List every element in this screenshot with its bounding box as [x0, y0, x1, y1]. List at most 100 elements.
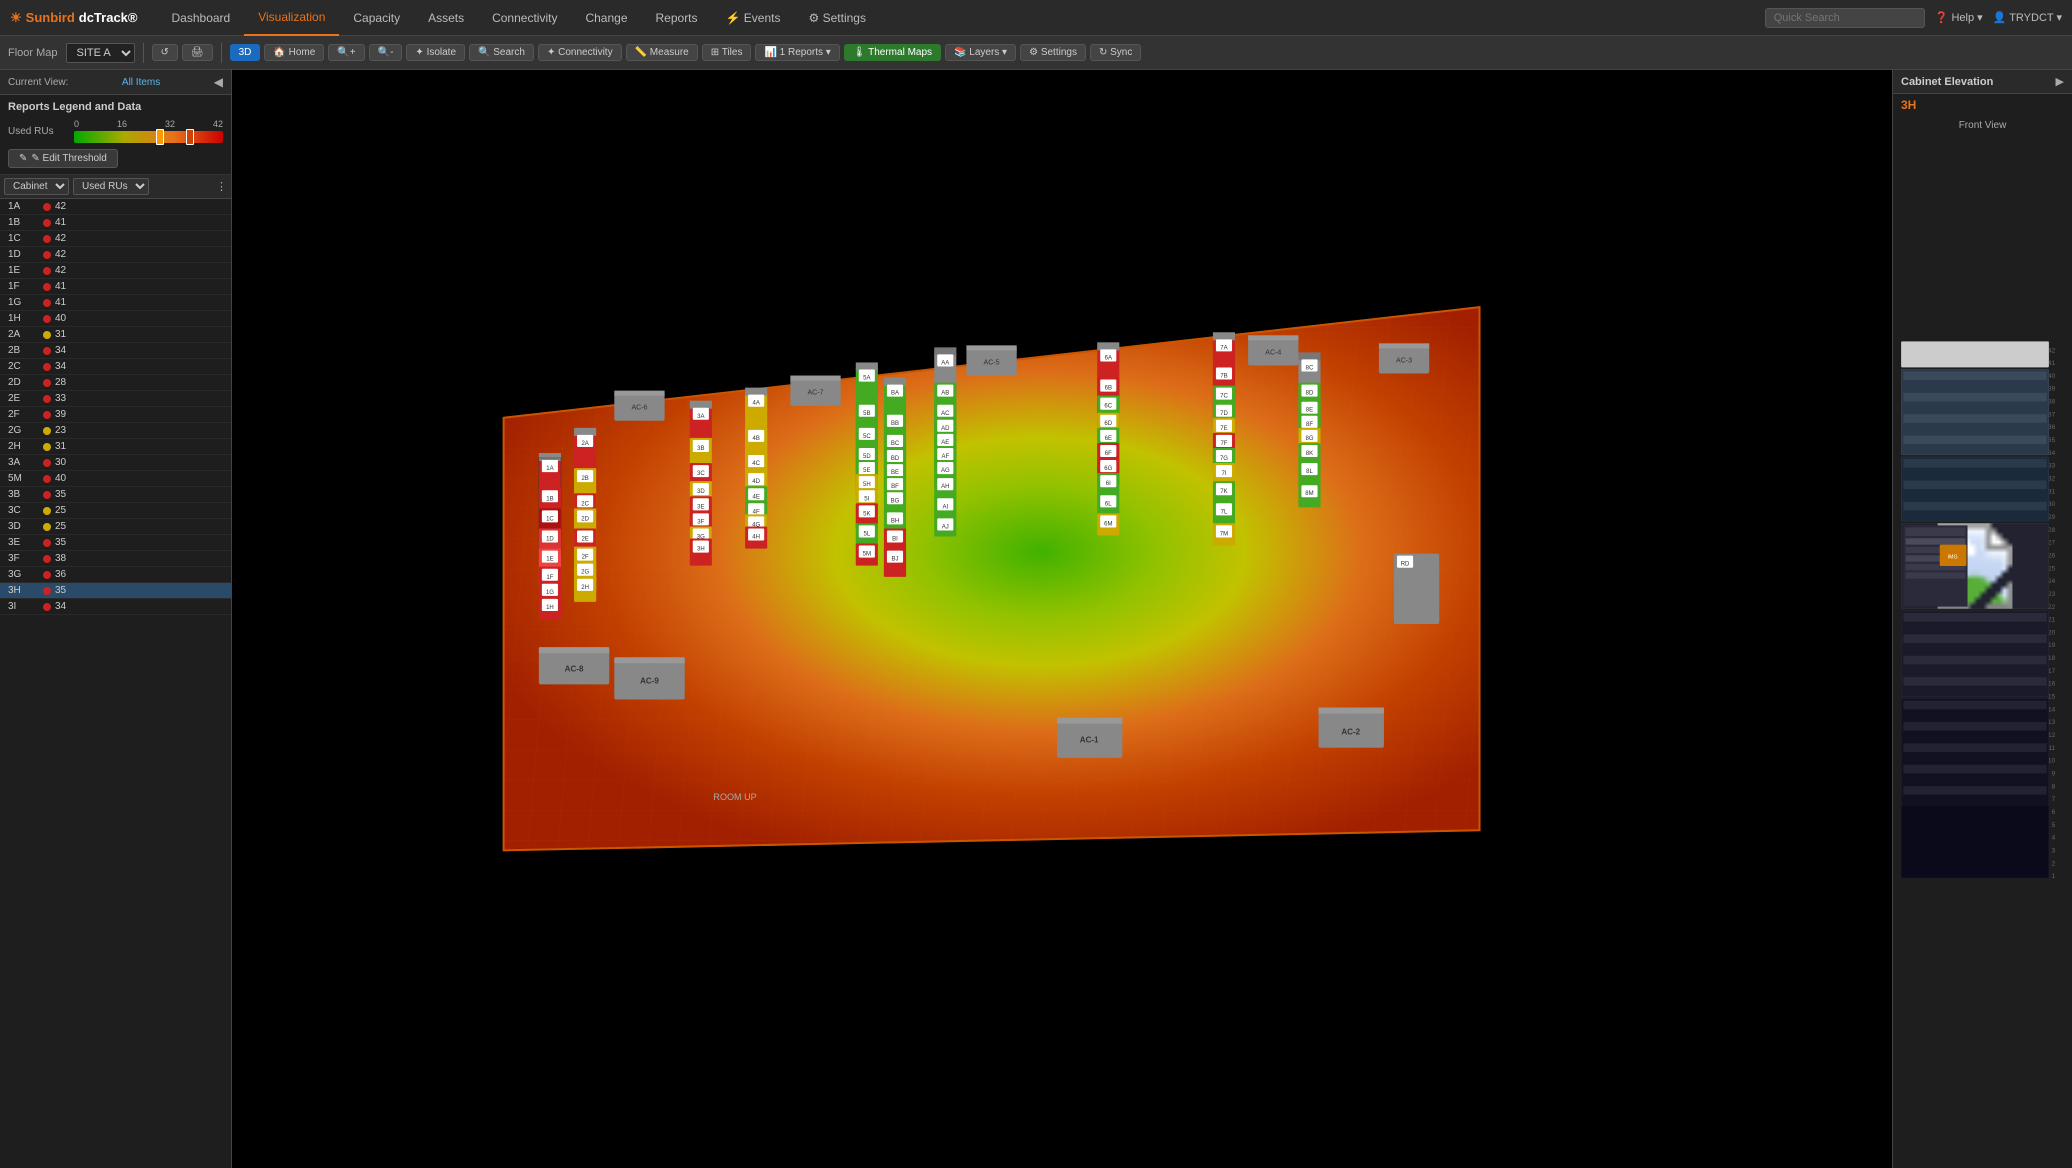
tiles-button[interactable]: ⊞ Tiles [702, 44, 752, 61]
table-row[interactable]: 3F 38 [0, 551, 231, 567]
table-row[interactable]: 1D 42 [0, 247, 231, 263]
row-value: 34 [55, 345, 66, 356]
legend-gradient [74, 131, 223, 143]
help-button[interactable]: ❓ Help ▾ [1935, 11, 1983, 24]
rack-row-bb[interactable]: BA BB BC BD BE BF [884, 378, 906, 577]
table-row[interactable]: 3G 36 [0, 567, 231, 583]
reports-button[interactable]: 📊 1 Reports ▾ [755, 44, 839, 61]
nav-dashboard[interactable]: Dashboard [158, 0, 245, 36]
measure-button[interactable]: 📏 Measure [626, 44, 698, 61]
refresh-button[interactable]: ↺ [152, 44, 178, 61]
table-row[interactable]: 2F 39 [0, 407, 231, 423]
settings-button[interactable]: ⚙ Settings [1020, 44, 1086, 61]
table-row[interactable]: 1G 41 [0, 295, 231, 311]
row-value: 35 [55, 585, 66, 596]
nav-capacity[interactable]: Capacity [339, 0, 414, 36]
user-button[interactable]: 👤 TRYDCT ▾ [1993, 11, 2062, 24]
nav-change[interactable]: Change [571, 0, 641, 36]
row-name: 3A [8, 457, 43, 468]
separator [143, 43, 144, 63]
table-row[interactable]: 3B 35 [0, 487, 231, 503]
zoom-out-button[interactable]: 🔍- [369, 44, 403, 61]
svg-text:AI: AI [942, 504, 948, 510]
nav-visualization[interactable]: Visualization [244, 0, 339, 36]
nav-reports[interactable]: Reports [642, 0, 712, 36]
rack-row-4[interactable]: 4A 4B 4C 4D 4E 4F [745, 388, 767, 549]
svg-text:1D: 1D [546, 537, 554, 543]
layers-button[interactable]: 📚 Layers ▾ [945, 44, 1016, 61]
rack-row-2[interactable]: 2A 2B 2C 2D 2E 2F [574, 428, 596, 602]
cabinet-elevation-header: Cabinet Elevation ▶ [1893, 70, 2072, 94]
table-row[interactable]: 2G 23 [0, 423, 231, 439]
table-row[interactable]: 2E 33 [0, 391, 231, 407]
table-row[interactable]: 2A 31 [0, 327, 231, 343]
nav-settings[interactable]: ⚙ Settings [795, 0, 880, 36]
floor-svg-container: 1A 1B 1C 1D 1E 1F [232, 70, 1892, 1168]
nav-assets[interactable]: Assets [414, 0, 478, 36]
home-button[interactable]: 🏠 Home [264, 44, 324, 61]
rack-row-7[interactable]: 7A 7B 7C 7D 7E 7F [1213, 332, 1235, 545]
nav-connectivity[interactable]: Connectivity [478, 0, 571, 36]
floor-visualization[interactable]: 1A 1B 1C 1D 1E 1F [232, 70, 1892, 1168]
table-row[interactable]: 1A 42 [0, 199, 231, 215]
rack-row-6[interactable]: 6A 6B 6C 6D 6E 6F [1097, 342, 1119, 535]
table-row[interactable]: 1C 42 [0, 231, 231, 247]
table-row[interactable]: 2B 34 [0, 343, 231, 359]
svg-text:42: 42 [2048, 347, 2056, 354]
row-name: 3D [8, 521, 43, 532]
table-row[interactable]: 3E 35 [0, 535, 231, 551]
table-menu-button[interactable]: ⋮ [216, 180, 227, 193]
isolate-button[interactable]: ✦ Isolate [406, 44, 465, 61]
rack-row-aa[interactable]: AA AB AC AD AE AF [934, 347, 956, 536]
table-row[interactable]: 1B 41 [0, 215, 231, 231]
table-row[interactable]: 2D 28 [0, 375, 231, 391]
table-row[interactable]: 5M 40 [0, 471, 231, 487]
rack-row-8[interactable]: 8C 8D 8E 8F 8G 8K [1298, 352, 1320, 507]
nav-events[interactable]: ⚡ Events [712, 0, 795, 36]
table-row[interactable]: 1F 41 [0, 279, 231, 295]
svg-text:5E: 5E [863, 468, 870, 474]
cabinet-table-scroll[interactable]: 1A 42 1B 41 1C 42 1D 42 1E 42 1F [0, 199, 231, 1168]
sync-button[interactable]: ↻ Sync [1090, 44, 1141, 61]
row-dot [43, 235, 51, 243]
used-rus-column-select[interactable]: Used RUs [73, 178, 149, 195]
front-view-label: Front View [1893, 116, 2072, 135]
table-row[interactable]: 1H 40 [0, 311, 231, 327]
table-row[interactable]: 2C 34 [0, 359, 231, 375]
print-button[interactable]: 🖨 [182, 44, 213, 61]
row-name: 2A [8, 329, 43, 340]
table-row[interactable]: 3A 30 [0, 455, 231, 471]
table-row[interactable]: 3H 35 [0, 583, 231, 599]
connectivity-button[interactable]: ✦ Connectivity [538, 44, 622, 61]
3d-button[interactable]: 3D [230, 44, 261, 61]
svg-text:1F: 1F [546, 575, 553, 581]
current-view-label: Current View: [8, 77, 68, 88]
cabinet-column-select[interactable]: Cabinet [4, 178, 69, 195]
table-row[interactable]: 3C 25 [0, 503, 231, 519]
svg-text:6E: 6E [1105, 436, 1112, 442]
svg-text:7M: 7M [1220, 531, 1228, 537]
svg-text:AC-8: AC-8 [565, 664, 584, 673]
rack-row-3[interactable]: 3A 3B 3C 3D 3E 3F [690, 401, 712, 566]
zoom-in-button[interactable]: 🔍+ [328, 44, 364, 61]
collapse-button[interactable]: ◀ [214, 75, 223, 89]
svg-text:2: 2 [2052, 860, 2056, 867]
svg-text:BH: BH [891, 518, 899, 524]
table-row[interactable]: 3D 25 [0, 519, 231, 535]
thermal-maps-button[interactable]: 🌡 Thermal Maps [844, 44, 941, 61]
svg-text:2F: 2F [582, 555, 589, 561]
expand-button[interactable]: ▶ [2056, 75, 2064, 88]
svg-text:35: 35 [2048, 437, 2056, 444]
rack-row-1[interactable]: 1A 1B 1C 1D 1E 1F [539, 453, 561, 619]
legend-row-used-rus: Used RUs 0163242 [8, 119, 223, 143]
rack-row-5[interactable]: 5A 5B 5C 5D 5E 5H [856, 362, 878, 565]
table-row[interactable]: 1E 42 [0, 263, 231, 279]
search-input[interactable] [1765, 8, 1925, 28]
table-row[interactable]: 3I 34 [0, 599, 231, 615]
current-view-value[interactable]: All Items [122, 77, 160, 88]
table-row[interactable]: 2H 31 [0, 439, 231, 455]
legend-marker-2 [186, 129, 194, 145]
edit-threshold-button[interactable]: ✎ ✎ Edit Threshold [8, 149, 118, 168]
search-button[interactable]: 🔍 Search [469, 44, 534, 61]
site-selector[interactable]: SITE A [66, 43, 135, 63]
